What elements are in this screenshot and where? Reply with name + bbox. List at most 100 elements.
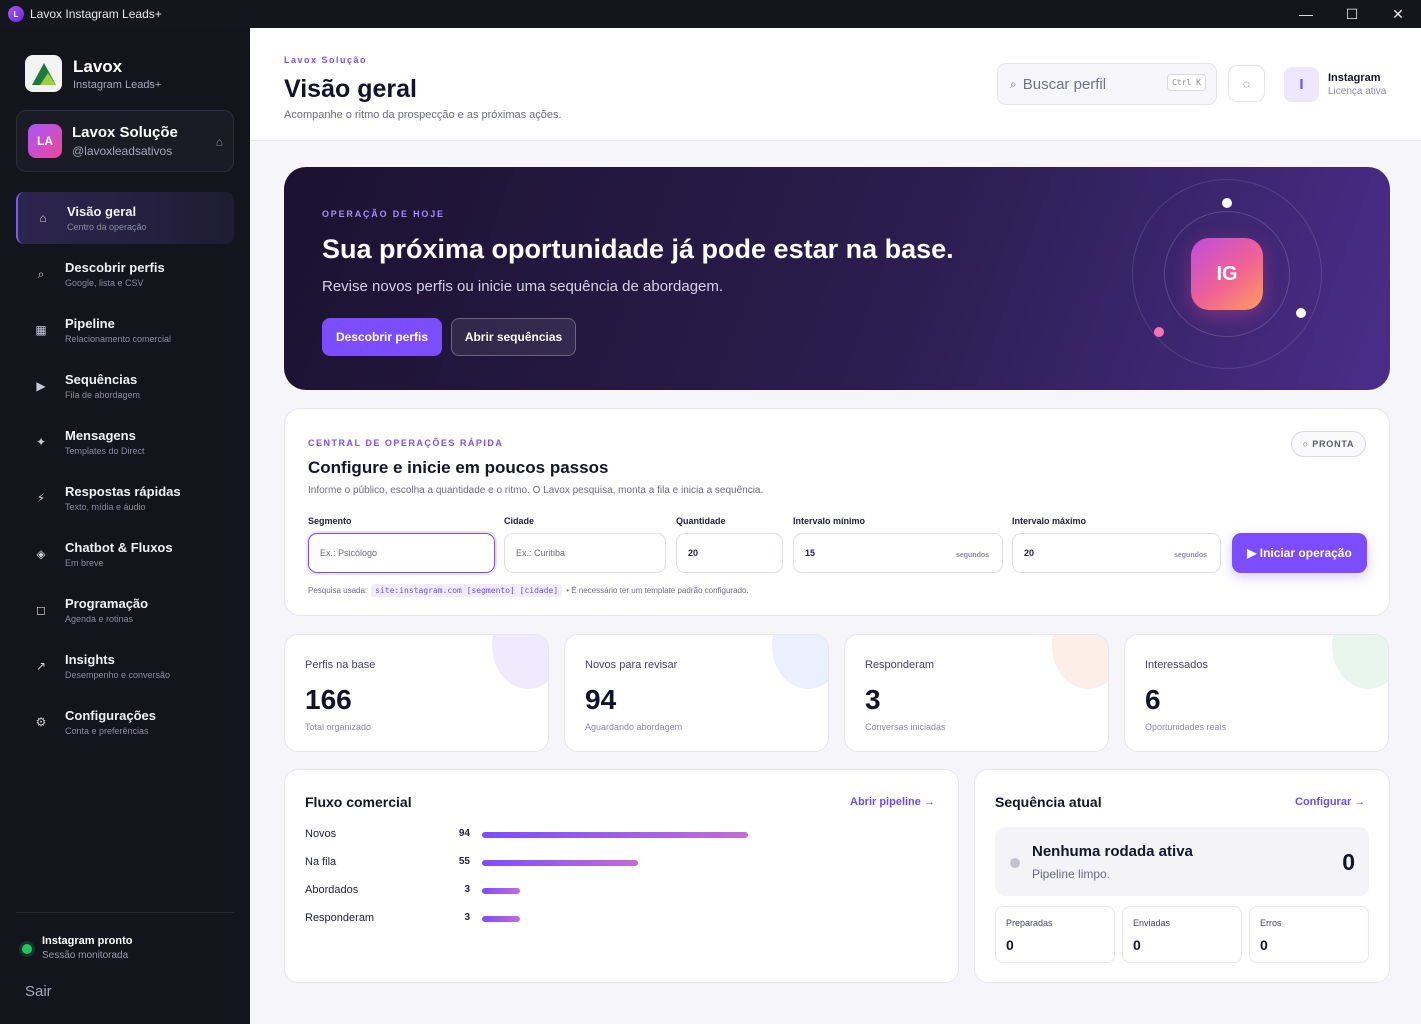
logout-link[interactable]: Sair: [25, 983, 52, 1000]
window-title: Lavox Instagram Leads+: [30, 7, 162, 21]
sidebar-item-label: Chatbot & Fluxos: [65, 540, 173, 555]
flow-row-bar: [482, 888, 520, 894]
stat-subtitle: Total organizado: [305, 722, 372, 732]
refresh-button[interactable]: ◌: [1228, 65, 1265, 102]
brand: Lavox Instagram Leads+: [25, 55, 161, 92]
discover-profiles-button[interactable]: Descobrir perfis: [322, 318, 442, 356]
segmento-label: Segmento: [308, 516, 352, 526]
close-button[interactable]: ✕: [1375, 0, 1421, 28]
refresh-icon: ◌: [1242, 76, 1251, 91]
minimize-button[interactable]: —: [1283, 0, 1329, 28]
sidebar-item-configuracoes[interactable]: ⚙ Configurações Conta e preferências: [16, 696, 234, 748]
hero-title: Sua próxima oportunidade já pode estar n…: [322, 234, 954, 264]
flow-row-label: Abordados: [305, 884, 359, 896]
sidebar-item-label: Configurações: [65, 708, 157, 723]
stat-card: Novos para revisar 94 Aguardando abordagem: [564, 634, 829, 752]
sidebar-item-subtitle: Relacionamento comercial: [65, 334, 172, 344]
search-query-code: site:instagram.com [segmento] [cidade]: [371, 584, 563, 597]
brand-name: Lavox: [73, 56, 123, 76]
hero-banner: OPERAÇÃO DE HOJE Sua próxima oportunidad…: [284, 167, 1390, 390]
calendar-icon: ◻: [36, 603, 46, 617]
search-box[interactable]: ⌕ Ctrl K: [997, 63, 1217, 105]
sidebar-item-insights[interactable]: ↗ Insights Desempenho e conversão: [16, 640, 234, 692]
avatar: I: [1284, 67, 1319, 102]
stat-decoration: [492, 635, 548, 689]
hero-eyebrow: OPERAÇÃO DE HOJE: [322, 209, 445, 219]
account-name: Lavox Soluçõe: [72, 124, 178, 141]
diamond-icon: ◈: [36, 547, 46, 561]
sidebar-item-label: Mensagens: [65, 428, 136, 443]
sidebar-item-label: Sequências: [65, 372, 138, 387]
sidebar-item-subtitle: Agenda e rotinas: [65, 614, 134, 624]
idle-dot-icon: [1010, 858, 1020, 868]
stat-label: Perfis na base: [305, 659, 376, 671]
sidebar-item-subtitle: Centro da operação: [67, 222, 147, 232]
segmento-field[interactable]: [308, 533, 495, 573]
sequence-state-subtitle: Pipeline limpo.: [1032, 867, 1111, 881]
metric-label: Erros: [1260, 918, 1282, 928]
flow-row: Novos 94: [305, 828, 945, 844]
sidebar-item-programacao[interactable]: ◻ Programação Agenda e rotinas: [16, 584, 234, 636]
search-input[interactable]: [1022, 75, 1153, 93]
quantidade-field[interactable]: [676, 533, 783, 573]
maximize-button[interactable]: ☐: [1329, 0, 1375, 28]
quantidade-label: Quantidade: [676, 516, 726, 526]
stat-subtitle: Conversas iniciadas: [865, 722, 946, 732]
sidebar-item-label: Visão geral: [67, 204, 137, 219]
stat-card: Interessados 6 Oportunidades reais: [1124, 634, 1389, 752]
configure-link[interactable]: Configurar →: [1295, 796, 1365, 808]
sidebar-item-label: Insights: [65, 652, 115, 667]
sidebar-item-pipeline[interactable]: ▦ Pipeline Relacionamento comercial: [16, 304, 234, 356]
sales-flow-card: Fluxo comercial Abrir pipeline → Novos 94…: [284, 769, 959, 983]
flow-row: Responderam 3: [305, 912, 945, 928]
profile-menu[interactable]: I Instagram Licença ativa: [1284, 67, 1386, 102]
hint-prefix: Pesquisa usada:: [308, 586, 368, 595]
sidebar-item-subtitle: Fila de abordagem: [65, 390, 141, 400]
stat-subtitle: Oportunidades reais: [1145, 722, 1227, 732]
stat-decoration: [1332, 635, 1388, 689]
stat-card: Responderam 3 Conversas iniciadas: [844, 634, 1109, 752]
flow-row-bar: [482, 832, 748, 838]
flow-row-bar: [482, 916, 520, 922]
start-operation-button[interactable]: ▶ Iniciar operação: [1232, 533, 1367, 573]
sidebar-item-respostas-rapidas[interactable]: ⚡ Respostas rápidas Texto, mídia e áudio: [16, 472, 234, 524]
search-icon: ⌕: [1010, 76, 1017, 91]
metric-label: Preparadas: [1006, 918, 1053, 928]
status-badge: ○ PRONTA: [1291, 431, 1366, 457]
ops-eyebrow: CENTRAL DE OPERAÇÕES RÁPIDA: [308, 438, 504, 448]
sidebar-item-label: Respostas rápidas: [65, 484, 181, 499]
open-sequences-button[interactable]: Abrir sequências: [451, 318, 576, 356]
metric-label: Enviadas: [1133, 918, 1171, 928]
open-pipeline-link[interactable]: Abrir pipeline →: [850, 796, 935, 808]
cidade-field[interactable]: [504, 533, 666, 573]
play-icon: ▶: [36, 379, 46, 393]
stat-value: 6: [1145, 684, 1161, 715]
home-icon: ⌂: [215, 135, 223, 149]
status-subtitle: Sessão monitorada: [42, 950, 129, 961]
sidebar-item-descobrir-perfis[interactable]: ⌕ Descobrir perfis Google, lista e CSV: [16, 248, 234, 300]
app-logo-icon: L: [8, 6, 24, 22]
orbit-dot-white-2: [1296, 308, 1306, 318]
stat-card: Perfis na base 166 Total organizado: [284, 634, 549, 752]
cidade-label: Cidade: [504, 516, 535, 526]
sequence-metric-erros: Erros 0: [1249, 906, 1369, 963]
status-dot-icon: [22, 944, 32, 954]
lightning-icon: ⚡: [36, 491, 46, 505]
brand-subtitle: Instagram Leads+: [73, 78, 162, 91]
stat-value: 94: [585, 684, 617, 715]
sidebar-nav: ⌂ Visão geral Centro da operação ⌕ Descobrir…: [16, 192, 234, 752]
sidebar-item-sequencias[interactable]: ▶ Sequências Fila de abordagem: [16, 360, 234, 412]
grid-icon: ▦: [35, 323, 47, 337]
gear-icon: ⚙: [35, 715, 47, 729]
search-query-hint: Pesquisa usada: site:instagram.com [segm…: [308, 584, 749, 597]
sidebar-item-chatbot-fluxos[interactable]: ◈ Chatbot & Fluxos Em breve: [16, 528, 234, 580]
sidebar-item-visao-geral[interactable]: ⌂ Visão geral Centro da operação: [16, 192, 234, 244]
hint-suffix: • É necessário ter um template padrão co…: [566, 586, 749, 595]
sidebar-item-mensagens[interactable]: ✦ Mensagens Templates do Direct: [16, 416, 234, 468]
ops-title: Configure e inicie em poucos passos: [308, 458, 609, 477]
sidebar-item-subtitle: Desempenho e conversão: [65, 670, 171, 680]
trend-icon: ↗: [35, 659, 47, 673]
connection-status: Instagram pronto Sessão monitorada: [22, 935, 132, 961]
account-switcher[interactable]: LA Lavox Soluçõe @lavoxleadsativos ⌂: [16, 110, 234, 172]
sequence-title: Sequência atual: [995, 794, 1102, 810]
